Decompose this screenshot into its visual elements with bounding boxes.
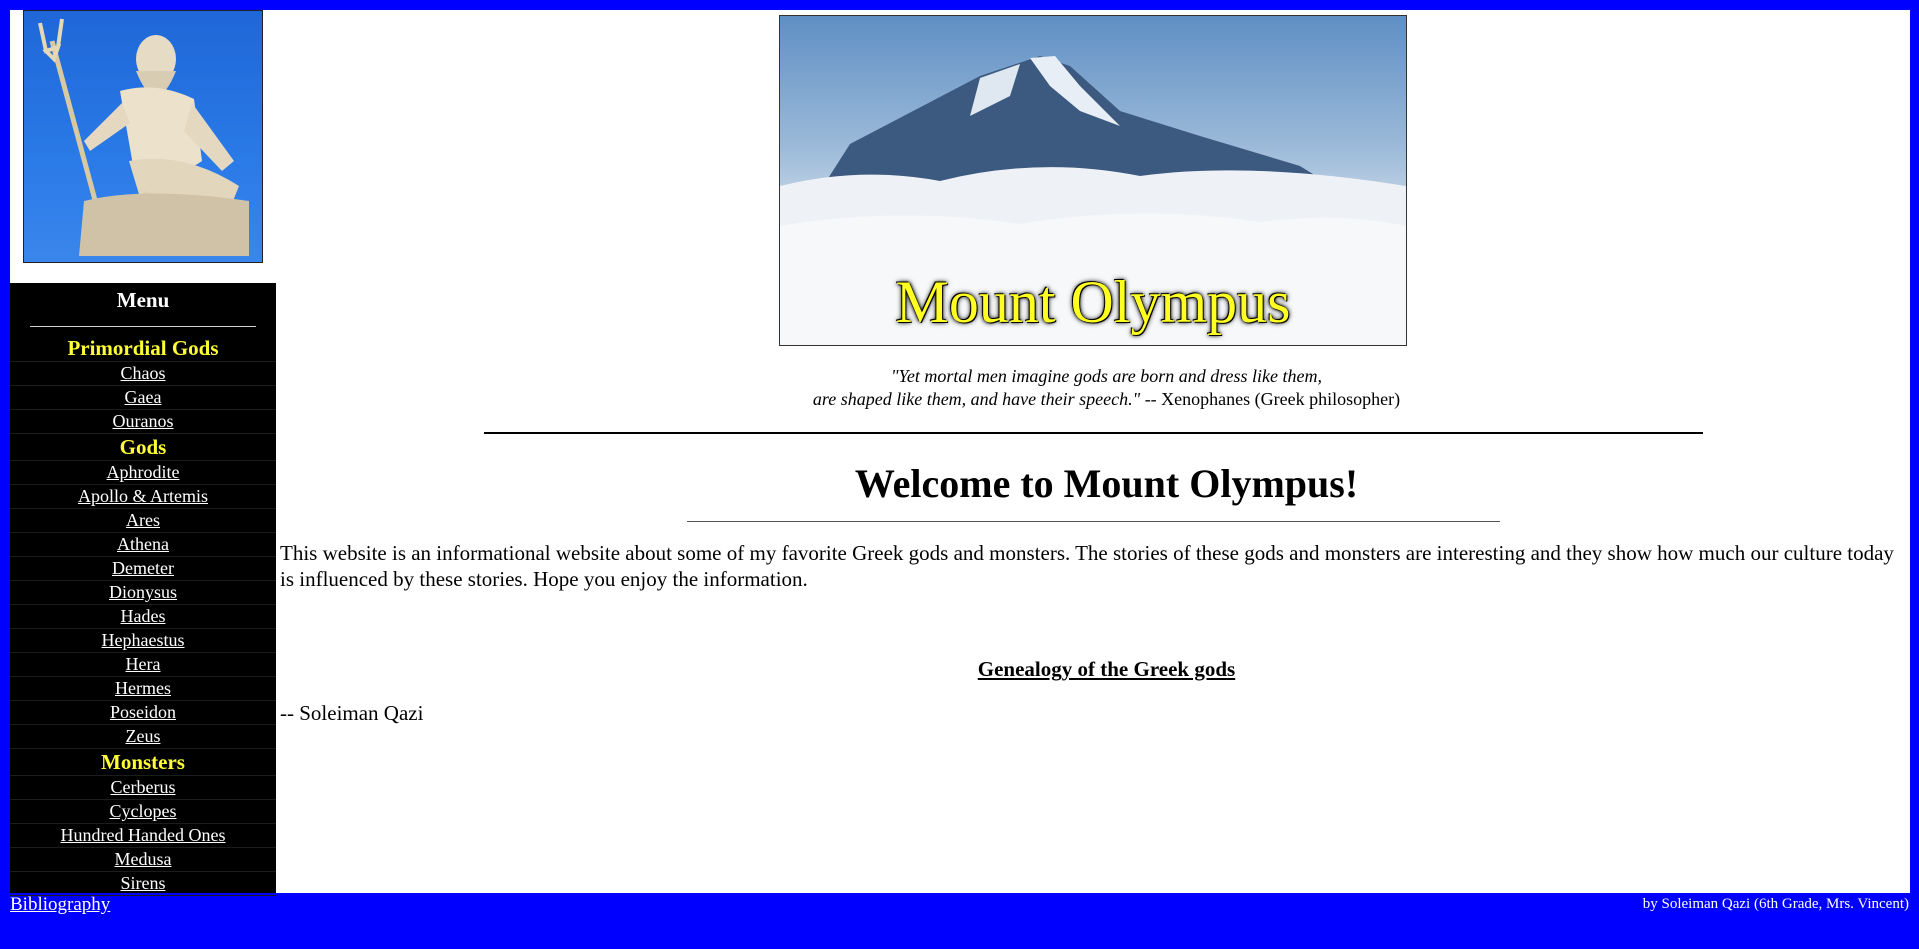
divider-under-title [687, 521, 1500, 522]
footer-credit: by Soleiman Qazi (6th Grade, Mrs. Vincen… [1642, 896, 1909, 912]
menu-item-hundred-handed-ones: Hundred Handed Ones [10, 824, 276, 848]
menu-item-dionysus: Dionysus [10, 581, 276, 605]
menu-link-dionysus[interactable]: Dionysus [109, 582, 177, 602]
menu-divider [30, 326, 256, 327]
left-column: Menu Primordial Gods Chaos Gaea Ouranos … [10, 10, 276, 896]
menu-link-athena[interactable]: Athena [117, 534, 169, 554]
menu-item-hera: Hera [10, 653, 276, 677]
menu-item-gaea: Gaea [10, 386, 276, 410]
author-signature: -- Soleiman Qazi [280, 701, 424, 725]
navigation-menu: Menu Primordial Gods Chaos Gaea Ouranos … [10, 283, 276, 896]
menu-heading-primordial-gods: Primordial Gods [10, 335, 276, 362]
menu-link-chaos[interactable]: Chaos [121, 363, 166, 383]
menu-item-hephaestus: Hephaestus [10, 629, 276, 653]
menu-link-hermes[interactable]: Hermes [115, 678, 171, 698]
menu-item-cerberus: Cerberus [10, 776, 276, 800]
menu-link-sirens[interactable]: Sirens [121, 873, 166, 893]
menu-item-demeter: Demeter [10, 557, 276, 581]
menu-link-hera[interactable]: Hera [126, 654, 161, 674]
menu-title: Menu [116, 288, 170, 312]
menu-link-demeter[interactable]: Demeter [112, 558, 174, 578]
menu-item-sirens: Sirens [10, 872, 276, 896]
quote-line-2: are shaped like them, and have their spe… [812, 389, 1141, 409]
menu-link-gaea[interactable]: Gaea [125, 387, 162, 407]
menu-link-ares[interactable]: Ares [126, 510, 160, 530]
menu-item-hermes: Hermes [10, 677, 276, 701]
genealogy-section: Genealogy of the Greek gods [310, 657, 1903, 682]
page-title: Welcome to Mount Olympus! [854, 461, 1359, 506]
menu-link-medusa[interactable]: Medusa [115, 849, 172, 869]
philosopher-quote: "Yet mortal men imagine gods are born an… [310, 365, 1903, 411]
intro-paragraph: This website is an informational website… [280, 541, 1894, 591]
quote-line-1: "Yet mortal men imagine gods are born an… [890, 366, 1323, 386]
menu-link-cerberus[interactable]: Cerberus [111, 777, 176, 797]
menu-item-chaos: Chaos [10, 362, 276, 386]
quote-attribution: -- Xenophanes (Greek philosopher) [1140, 389, 1401, 409]
statue-illustration [38, 18, 249, 256]
bibliography-link[interactable]: Bibliography [10, 894, 110, 915]
page-frame: Menu Primordial Gods Chaos Gaea Ouranos … [10, 10, 1910, 896]
menu-item-hades: Hades [10, 605, 276, 629]
menu-item-cyclopes: Cyclopes [10, 800, 276, 824]
menu-item-ares: Ares [10, 509, 276, 533]
menu-item-zeus: Zeus [10, 725, 276, 749]
menu-link-cyclopes[interactable]: Cyclopes [110, 801, 177, 821]
footer-bibliography: Bibliography [10, 894, 110, 916]
menu-item-athena: Athena [10, 533, 276, 557]
menu-link-hundred-handed-ones[interactable]: Hundred Handed Ones [61, 825, 226, 845]
menu-item-apollo-artemis: Apollo & Artemis [10, 485, 276, 509]
menu-heading-gods: Gods [10, 434, 276, 461]
menu-heading-monsters: Monsters [10, 749, 276, 776]
menu-link-hades[interactable]: Hades [121, 606, 166, 626]
menu-link-aphrodite[interactable]: Aphrodite [107, 462, 180, 482]
menu-link-apollo-artemis[interactable]: Apollo & Artemis [78, 486, 208, 506]
menu-item-medusa: Medusa [10, 848, 276, 872]
poseidon-statue-image [23, 10, 263, 263]
menu-item-aphrodite: Aphrodite [10, 461, 276, 485]
mount-olympus-banner: Mount Olympus [779, 15, 1407, 346]
menu-link-ouranos[interactable]: Ouranos [113, 411, 174, 431]
divider-top [484, 432, 1703, 434]
genealogy-link[interactable]: Genealogy of the Greek gods [978, 657, 1235, 681]
menu-item-poseidon: Poseidon [10, 701, 276, 725]
menu-link-zeus[interactable]: Zeus [126, 726, 161, 746]
menu-link-poseidon[interactable]: Poseidon [110, 702, 176, 722]
banner-title: Mount Olympus [895, 269, 1291, 335]
menu-link-hephaestus[interactable]: Hephaestus [102, 630, 185, 650]
menu-item-ouranos: Ouranos [10, 410, 276, 434]
